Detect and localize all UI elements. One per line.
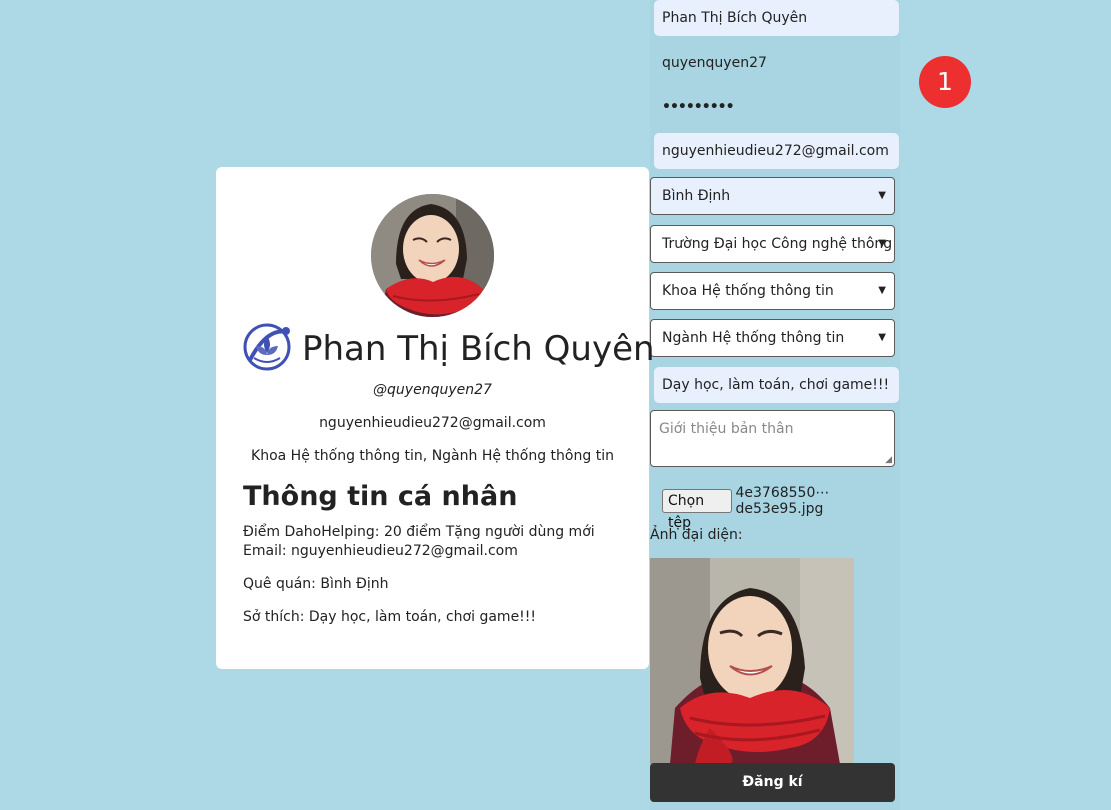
intro-placeholder: Giới thiệu bản thân [659,421,794,437]
profile-name: Phan Thị Bích Quyên [302,329,655,369]
email-input[interactable]: nguyenhieudieu272@gmail.com [654,133,899,169]
profile-department: Khoa Hệ thống thông tin, Ngành Hệ thống … [251,448,614,464]
email-line: Email: nguyenhieudieu272@gmail.com [243,543,518,559]
avatar-preview-image [650,558,854,764]
school-select-value: Trường Đại học Công nghệ thông ti [662,236,895,252]
register-button[interactable]: Đăng kí [650,763,895,802]
profile-avatar [371,194,494,317]
page: Phan Thị Bích Quyên quyenquyen27 •••••••… [0,0,1111,810]
points-line: Điểm DahoHelping: 20 điểm Tặng người dùn… [243,524,595,540]
intro-textarea[interactable]: Giới thiệu bản thân ◢ [650,410,895,467]
province-select-value: Bình Định [662,188,731,204]
username-input[interactable]: quyenquyen27 [654,45,899,81]
password-input[interactable]: ••••••••• [654,89,899,125]
avatar-label: Ảnh đại diện: [650,527,743,543]
step-badge-1: 1 [919,56,971,108]
profile-email: nguyenhieudieu272@gmail.com [319,415,546,431]
registration-form: Phan Thị Bích Quyên quyenquyen27 •••••••… [650,0,900,810]
profile-name-row: Phan Thị Bích Quyên [242,322,655,376]
profile-handle: @quyenquyen27 [373,382,492,398]
profile-card: Phan Thị Bích Quyên @quyenquyen27 nguyen… [216,167,655,669]
chevron-down-icon: ▼ [878,285,886,296]
choose-file-button[interactable]: Chọn tệp [662,489,732,531]
fullname-input[interactable]: Phan Thị Bích Quyên [654,0,899,36]
resize-grip-icon[interactable]: ◢ [885,455,892,465]
hometown-line: Quê quán: Bình Định [243,576,389,592]
chevron-down-icon: ▼ [878,332,886,343]
personal-info-heading: Thông tin cá nhân [243,481,518,512]
file-upload: Chọn tệp 4e3768550⋯de53e95.jpg [662,485,900,531]
school-select[interactable]: Trường Đại học Công nghệ thông ti ▼ [650,225,895,263]
province-select[interactable]: Bình Định ▼ [650,177,895,215]
file-name: 4e3768550⋯de53e95.jpg [735,485,830,517]
faculty-select-value: Khoa Hệ thống thông tin [662,283,834,299]
hobby-line: Sở thích: Dạy học, làm toán, chơi game!!… [243,609,537,625]
hobby-input[interactable]: Dạy học, làm toán, chơi game!!! [654,367,899,403]
chevron-down-icon: ▼ [878,238,886,249]
major-select-value: Ngành Hệ thống thông tin [662,330,845,346]
major-select[interactable]: Ngành Hệ thống thông tin ▼ [650,319,895,357]
faculty-select[interactable]: Khoa Hệ thống thông tin ▼ [650,272,895,310]
chevron-down-icon: ▼ [878,190,886,201]
university-logo-icon [242,322,292,376]
